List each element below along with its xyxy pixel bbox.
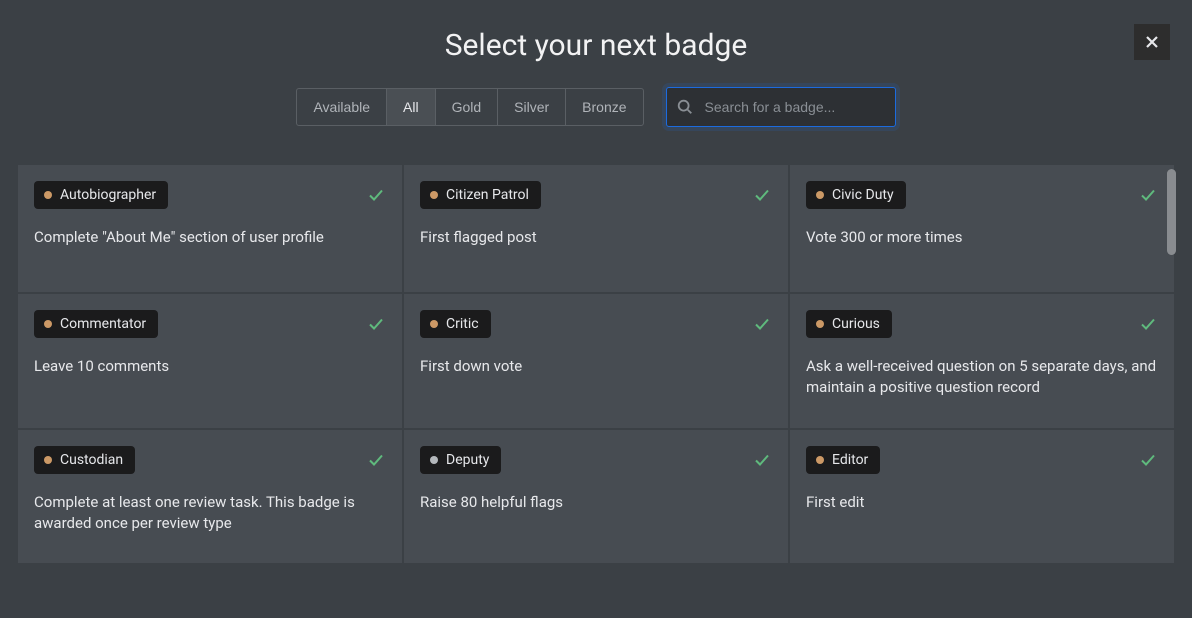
tab-silver[interactable]: Silver (497, 88, 566, 126)
check-icon (1138, 450, 1158, 470)
close-button[interactable] (1134, 24, 1170, 60)
badge-pill: Curious (806, 310, 892, 338)
badge-tier-dot-bronze (816, 320, 824, 328)
check-icon (1138, 314, 1158, 334)
badge-name: Curious (832, 316, 880, 332)
check-icon (366, 185, 386, 205)
badge-description: Vote 300 or more times (806, 227, 1158, 248)
badge-name: Commentator (60, 316, 146, 332)
check-icon (752, 450, 772, 470)
tab-gold[interactable]: Gold (435, 88, 499, 126)
badge-name: Civic Duty (832, 187, 894, 203)
badge-pill: Commentator (34, 310, 158, 338)
badge-grid: Autobiographer Complete "About Me" sectio… (18, 165, 1174, 563)
badge-pill: Citizen Patrol (420, 181, 541, 209)
badge-pill: Deputy (420, 446, 501, 474)
badge-tier-dot-silver (430, 456, 438, 464)
scrollbar-thumb[interactable] (1167, 169, 1176, 255)
badge-name: Custodian (60, 452, 123, 468)
tab-label: Gold (452, 99, 482, 115)
close-icon (1144, 34, 1160, 50)
badge-tier-dot-bronze (44, 191, 52, 199)
tab-available[interactable]: Available (296, 88, 387, 126)
badge-description: Complete "About Me" section of user prof… (34, 227, 386, 248)
check-icon (366, 450, 386, 470)
badge-description: First down vote (420, 356, 772, 377)
badge-description: First edit (806, 492, 1158, 513)
search-icon (676, 98, 694, 116)
badge-card[interactable]: Autobiographer Complete "About Me" sectio… (18, 165, 402, 292)
badge-tier-dot-bronze (44, 320, 52, 328)
badge-name: Critic (446, 316, 479, 332)
tab-all[interactable]: All (386, 88, 436, 126)
badge-tier-dot-bronze (430, 320, 438, 328)
badge-description: Raise 80 helpful flags (420, 492, 772, 513)
badge-card[interactable]: Commentator Leave 10 comments (18, 294, 402, 427)
filter-tabs: Available All Gold Silver Bronze (296, 88, 643, 126)
badge-card[interactable]: Editor First edit (790, 430, 1174, 563)
search-input[interactable] (666, 87, 896, 127)
badge-pill: Critic (420, 310, 491, 338)
badge-tier-dot-bronze (44, 456, 52, 464)
badge-tier-dot-bronze (816, 191, 824, 199)
check-icon (366, 314, 386, 334)
tab-label: All (403, 99, 419, 115)
badge-pill: Autobiographer (34, 181, 168, 209)
badge-tier-dot-bronze (816, 456, 824, 464)
page-title: Select your next badge (0, 28, 1192, 63)
badge-description: First flagged post (420, 227, 772, 248)
badge-description: Complete at least one review task. This … (34, 492, 386, 534)
check-icon (752, 314, 772, 334)
badge-pill: Civic Duty (806, 181, 906, 209)
badge-card[interactable]: Civic Duty Vote 300 or more times (790, 165, 1174, 292)
badge-pill: Editor (806, 446, 880, 474)
badge-card[interactable]: Custodian Complete at least one review ta… (18, 430, 402, 563)
badge-name: Deputy (446, 452, 489, 468)
badge-card[interactable]: Deputy Raise 80 helpful flags (404, 430, 788, 563)
badge-name: Citizen Patrol (446, 187, 529, 203)
badge-name: Autobiographer (60, 187, 156, 203)
check-icon (752, 185, 772, 205)
badge-pill: Custodian (34, 446, 135, 474)
badge-description: Ask a well-received question on 5 separa… (806, 356, 1158, 398)
badge-card[interactable]: Citizen Patrol First flagged post (404, 165, 788, 292)
check-icon (1138, 185, 1158, 205)
badge-name: Editor (832, 452, 868, 468)
tab-bronze[interactable]: Bronze (565, 88, 643, 126)
tab-label: Bronze (582, 99, 626, 115)
badge-card[interactable]: Critic First down vote (404, 294, 788, 427)
tab-label: Available (313, 99, 370, 115)
badge-tier-dot-bronze (430, 191, 438, 199)
tab-label: Silver (514, 99, 549, 115)
badge-card[interactable]: Curious Ask a well-received question on 5… (790, 294, 1174, 427)
badge-description: Leave 10 comments (34, 356, 386, 377)
